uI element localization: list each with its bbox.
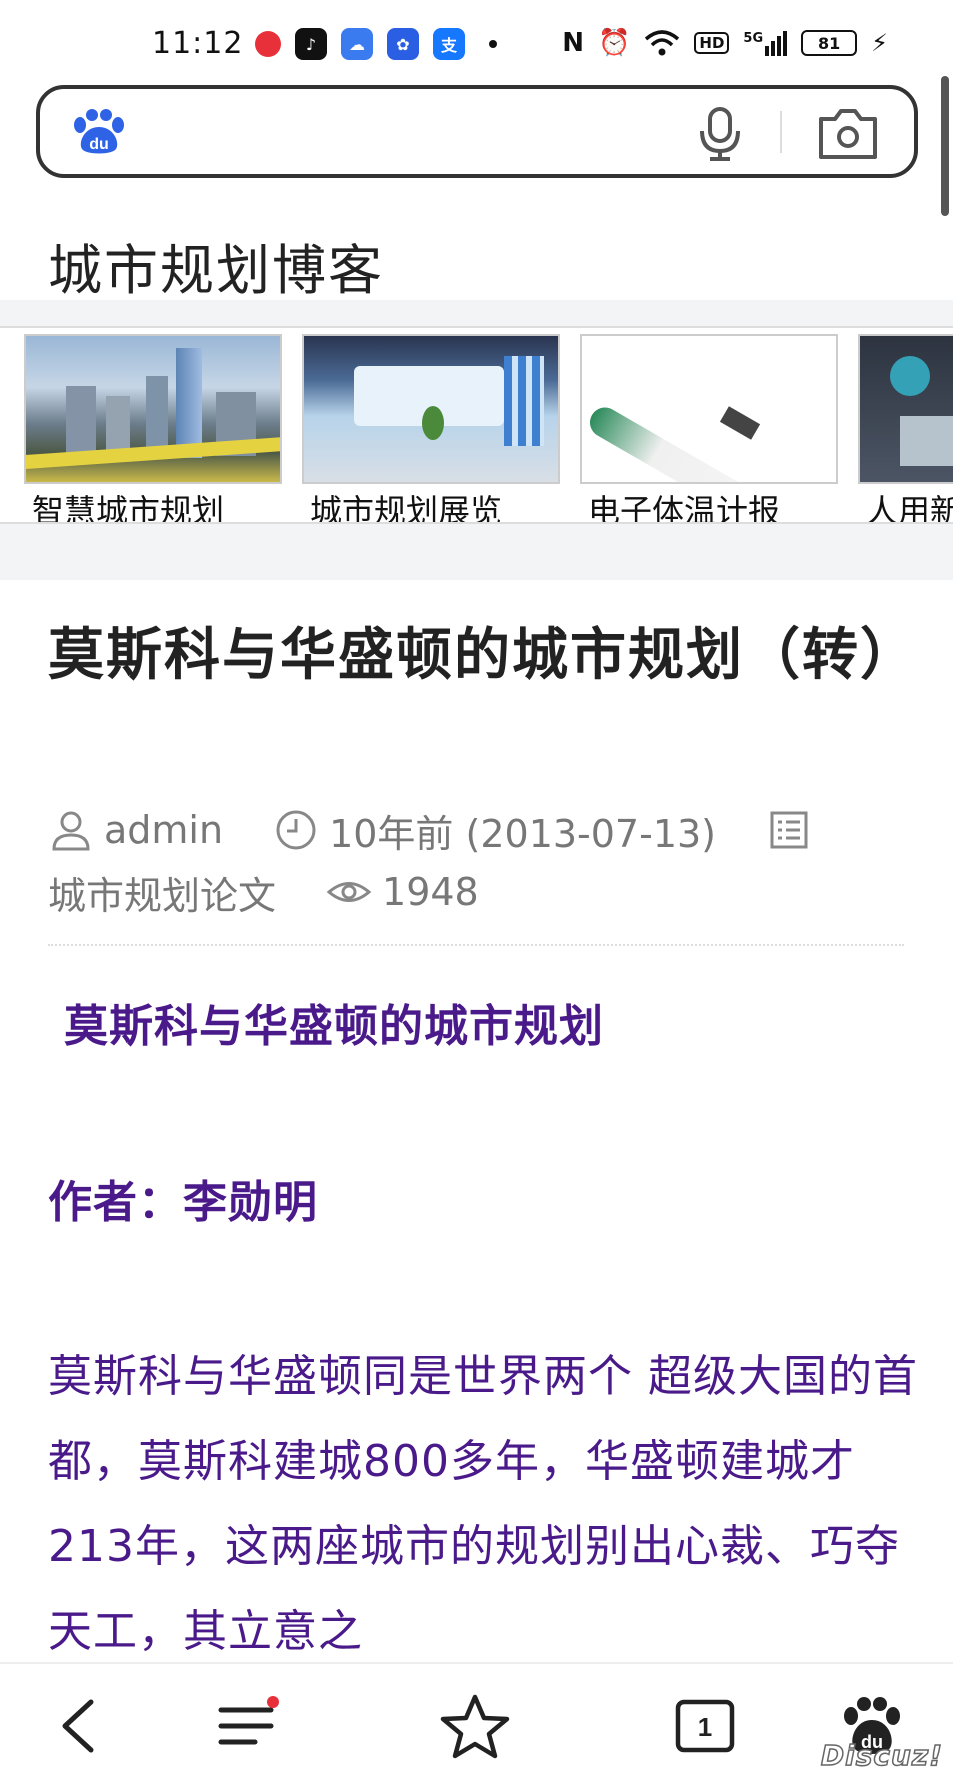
user-icon [52, 811, 90, 851]
article-title: 莫斯科与华盛顿的城市规划（转） [48, 623, 918, 688]
ad-carousel[interactable]: 智慧城市规划 城市规划展览 电子体温计报 人用新 [0, 326, 953, 524]
status-time: 11:12 [152, 26, 244, 61]
carousel-item-label: 电子体温计报 [588, 492, 781, 524]
thermometer-image [580, 334, 838, 484]
blog-title[interactable]: 城市规划博客 [48, 226, 384, 305]
article-content: 莫斯科与华盛顿的城市规划 作者：李勋明 莫斯科与华盛顿同是世界两个 超级大国的首… [48, 990, 918, 1674]
star-icon [440, 1694, 510, 1759]
meta-author[interactable]: admin [48, 807, 223, 853]
smart-city-image [24, 334, 282, 484]
video-app-icon [255, 31, 281, 57]
battery-icon: 81 [801, 30, 858, 56]
svg-text:1: 1 [698, 1712, 712, 1742]
search-bar[interactable]: du [36, 85, 918, 178]
tiktok-icon: ♪ [295, 28, 327, 60]
content-heading: 莫斯科与华盛顿的城市规划 [64, 1001, 604, 1052]
more-notifications-icon [489, 40, 497, 48]
meta-divider [48, 944, 904, 946]
microphone-icon[interactable] [690, 103, 750, 163]
carousel-item-label: 智慧城市规划 [32, 492, 225, 524]
charging-icon: ⚡ [871, 29, 888, 57]
wifi-icon [645, 30, 680, 56]
eye-icon [326, 882, 372, 902]
favorites-button[interactable] [435, 1686, 515, 1766]
scroll-indicator[interactable] [941, 76, 949, 216]
alipay-icon: 支 [433, 28, 465, 60]
category-link[interactable]: 城市规划论文 [48, 865, 276, 920]
content-author-line: 作者：李勋明 [48, 1177, 318, 1228]
discuz-watermark: Discuz! [820, 1738, 943, 1773]
baidu-cloud-icon: ☁ [341, 28, 373, 60]
status-app-icons: ♪ ☁ ✿ 支 [255, 28, 497, 60]
carousel-item-label: 城市规划展览 [310, 492, 503, 524]
baidu-logo-icon: du [74, 109, 124, 154]
status-indicators: N ⏰ HD 5G 81 ⚡ [562, 28, 888, 58]
product-image [858, 334, 953, 484]
meta-time: 10年前 (2013-07-13) [273, 803, 716, 858]
signal-icon: 5G [743, 30, 788, 56]
publish-time: 10年前 (2013-07-13) [329, 811, 716, 856]
carousel-item-exhibition[interactable]: 城市规划展览 [302, 334, 560, 522]
back-button[interactable] [38, 1686, 118, 1766]
meta-views: 1948 [326, 869, 479, 915]
menu-button[interactable] [206, 1686, 286, 1766]
chevron-left-icon [62, 1699, 94, 1753]
carousel-item-product[interactable]: 人用新 [858, 334, 953, 522]
nfc-icon: N [562, 28, 585, 58]
svg-text:du: du [89, 136, 109, 153]
category-icon [770, 811, 808, 849]
article-meta: admin 10年前 (2013-07-13) 城市规划论文 1948 [48, 800, 908, 922]
bottom-navigation: 1 du Discuz! [0, 1662, 953, 1780]
exhibition-hall-image [302, 334, 560, 484]
author-name: admin [104, 808, 224, 852]
clock-icon [276, 810, 316, 850]
carousel-item-smart-city[interactable]: 智慧城市规划 [24, 334, 282, 522]
view-count: 1948 [382, 870, 479, 914]
carousel-item-label: 人用新 [866, 492, 953, 524]
baidu-app-icon: ✿ [387, 28, 419, 60]
status-bar: 11:12 ♪ ☁ ✿ 支 N ⏰ HD 5G 81 ⚡ [0, 0, 953, 84]
camera-icon[interactable] [815, 105, 881, 163]
alarm-icon: ⏰ [598, 28, 631, 58]
tabs-button[interactable]: 1 [665, 1686, 745, 1766]
hd-icon: HD [694, 32, 730, 54]
search-divider [780, 111, 782, 153]
content-paragraph: 莫斯科与华盛顿同是世界两个 超级大国的首都，莫斯科建城800多年，华盛顿建城才2… [48, 1351, 918, 1657]
menu-icon [218, 1696, 279, 1745]
tabs-icon: 1 [675, 1699, 735, 1753]
carousel-item-thermometer[interactable]: 电子体温计报 [580, 334, 838, 522]
